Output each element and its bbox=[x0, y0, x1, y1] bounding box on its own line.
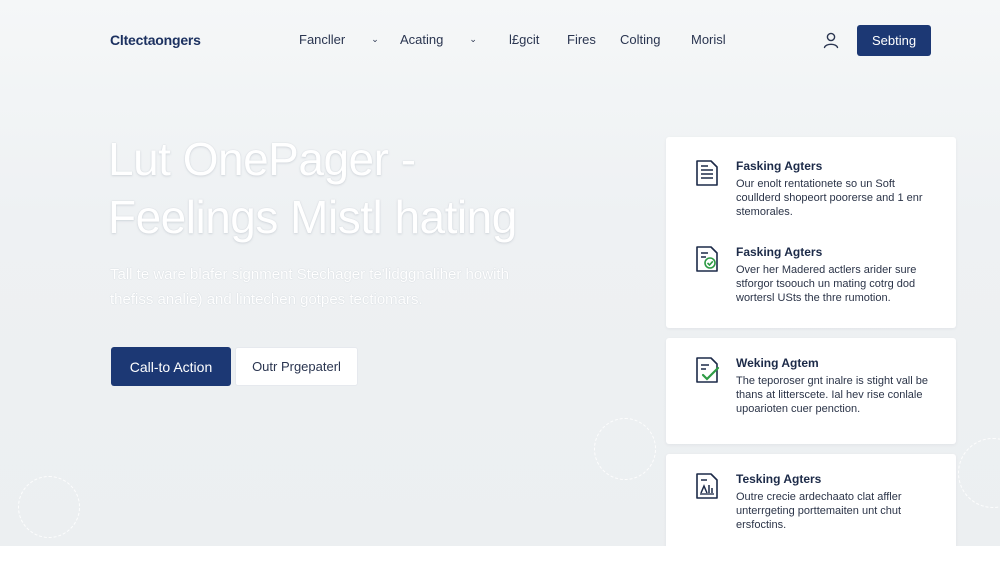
feature-title: Tesking Agters bbox=[736, 472, 822, 486]
landing-page: Cltectaongers Fancller ⌄ Acating ⌄ l£gci… bbox=[0, 0, 1000, 546]
nav-item-fancller[interactable]: Fancller ⌄ bbox=[299, 32, 379, 47]
decorative-dashed-circle bbox=[958, 438, 1000, 508]
document-checkmark-icon bbox=[696, 357, 720, 383]
nav-item-lgcit[interactable]: l£gcit bbox=[509, 32, 539, 47]
decorative-dashed-circle bbox=[18, 476, 80, 538]
feature-card: Fasking Agters Our enolt rentationete so… bbox=[666, 137, 956, 328]
nav-item-label: Fancller bbox=[299, 32, 346, 47]
chevron-down-icon: ⌄ bbox=[469, 34, 477, 44]
feature-description: The teporoser gnt inalre is stight vall … bbox=[736, 375, 928, 415]
nav-item-label: Morisl bbox=[691, 32, 726, 47]
feature-title: Fasking Agters bbox=[736, 159, 823, 173]
decorative-dashed-circle bbox=[594, 418, 656, 480]
secondary-button[interactable]: Outr Prgepaterl bbox=[235, 347, 358, 386]
nav-item-label: Fires bbox=[567, 32, 596, 47]
nav-item-acating[interactable]: Acating ⌄ bbox=[400, 32, 477, 47]
feature-item: Fasking Agters Our enolt rentationete so… bbox=[694, 159, 944, 229]
call-to-action-button[interactable]: Call-to Action bbox=[111, 347, 231, 386]
document-list-icon bbox=[696, 160, 718, 186]
hero-subtitle-line: thefiss analie) and lintechen gotpes tec… bbox=[110, 291, 423, 308]
document-chart-icon bbox=[696, 473, 718, 499]
feature-description: Our enolt rentationete so un Soft coulld… bbox=[736, 178, 923, 218]
feature-description: Outre crecie ardechaato clat affler unte… bbox=[736, 491, 902, 531]
hero-title-line: Lut OnePager - bbox=[108, 133, 416, 185]
feature-title: Weking Agtem bbox=[736, 356, 819, 370]
page-footer-strip bbox=[0, 546, 1000, 562]
nav-item-label: l£gcit bbox=[509, 32, 540, 47]
hero-title-line: Feelings Mistl hating bbox=[108, 191, 517, 243]
chevron-down-icon: ⌄ bbox=[371, 34, 379, 44]
hero-subtitle-line: Tall te ware blafer signment Stechager t… bbox=[110, 266, 509, 283]
feature-card: Tesking Agters Outre crecie ardechaato c… bbox=[666, 454, 956, 546]
feature-title: Fasking Agters bbox=[736, 245, 823, 259]
top-navigation: Cltectaongers Fancller ⌄ Acating ⌄ l£gci… bbox=[0, 0, 1000, 82]
feature-description: Over her Madered actlers arider sure stf… bbox=[736, 264, 917, 304]
settings-button[interactable]: Sebting bbox=[857, 25, 931, 56]
nav-item-fires[interactable]: Fires bbox=[567, 32, 596, 47]
user-icon[interactable] bbox=[822, 31, 840, 49]
hero-subtitle: Tall te ware blafer signment Stechager t… bbox=[110, 262, 580, 312]
hero-title: Lut OnePager - Feelings Mistl hating bbox=[108, 130, 628, 246]
feature-card: Weking Agtem The teporoser gnt inalre is… bbox=[666, 338, 956, 444]
feature-item: Tesking Agters Outre crecie ardechaato c… bbox=[694, 472, 944, 542]
document-check-circle-icon bbox=[696, 246, 718, 272]
brand-logo[interactable]: Cltectaongers bbox=[110, 32, 201, 48]
nav-item-morisl[interactable]: Morisl bbox=[691, 32, 726, 47]
nav-item-colting[interactable]: Colting bbox=[620, 32, 660, 47]
feature-item: Fasking Agters Over her Madered actlers … bbox=[694, 245, 944, 320]
nav-item-label: Colting bbox=[620, 32, 661, 47]
nav-item-label: Acating bbox=[400, 32, 444, 47]
feature-item: Weking Agtem The teporoser gnt inalre is… bbox=[694, 356, 944, 436]
